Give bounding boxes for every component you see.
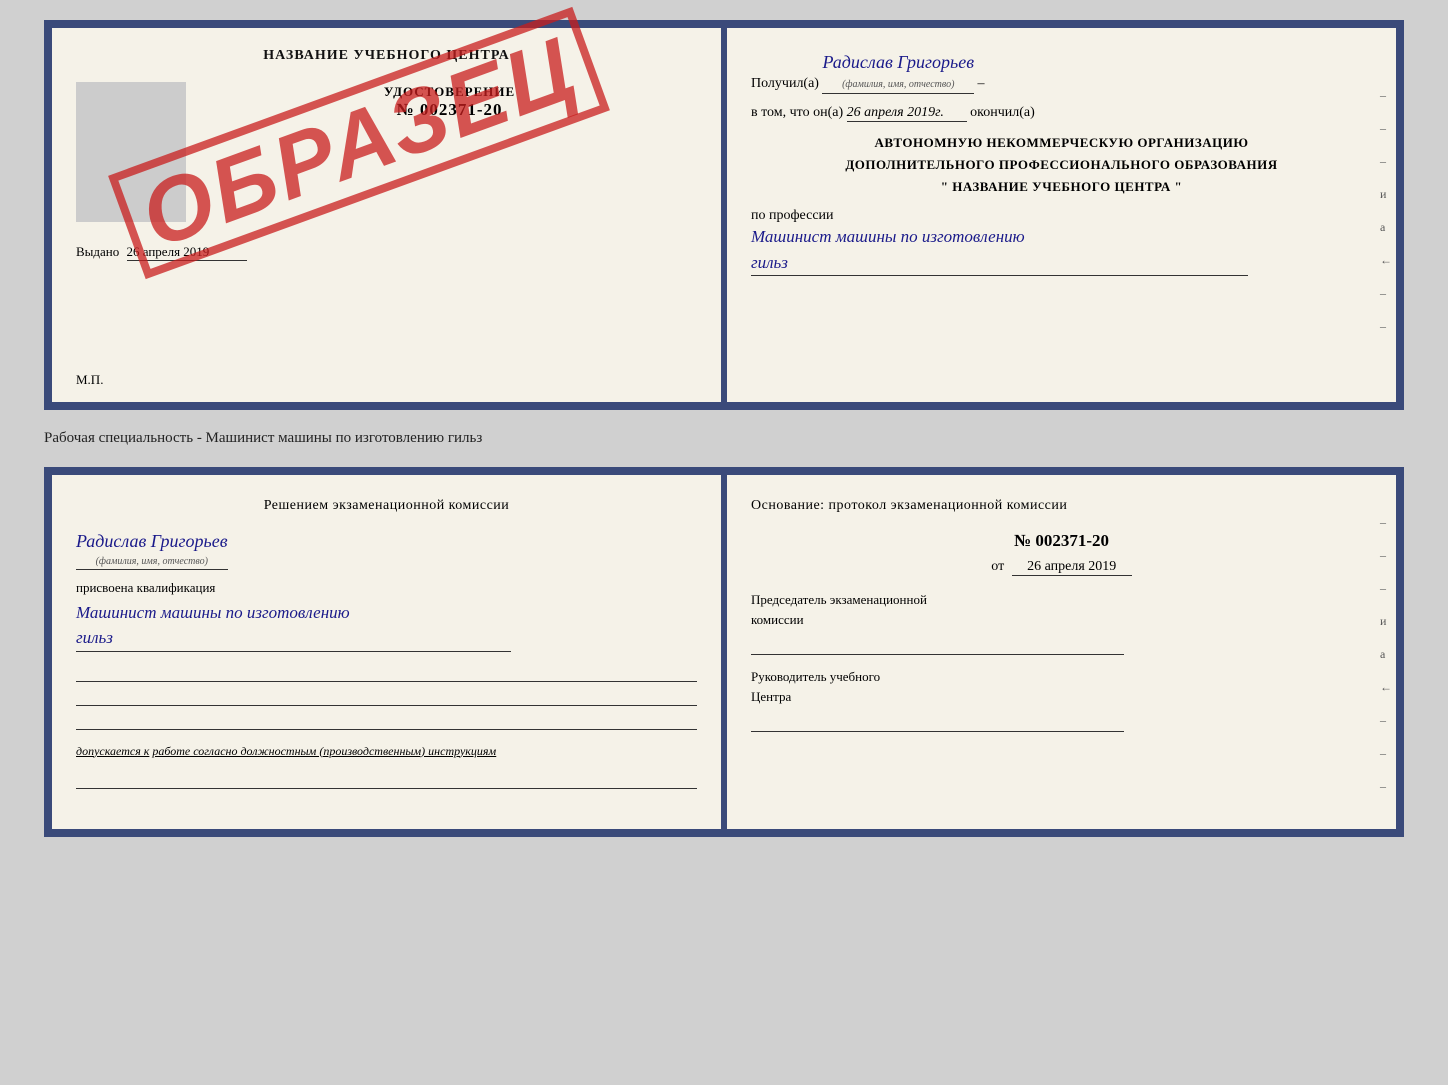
received-line: Получил(а) Радислав Григорьев (фамилия, … [751,48,1372,95]
bottom-fio-hint: (фамилия, имя, отчество) [76,555,228,569]
predsed-block: Председатель экзаменационной комиссии [751,590,1372,655]
bottom-doc-right: Основание: протокол экзаменационной коми… [727,475,1396,829]
cert-issued: Выдано 26 апреля 2019 [76,244,697,261]
date-prefix: в том, что он(а) [751,105,843,120]
bottom-right-date: от 26 апреля 2019 [751,559,1372,576]
cert-photo-placeholder [76,82,186,222]
date-prefix-bottom: от [991,559,1004,574]
mp-label: М.П. [76,372,103,388]
right-side-marks: – – – и а ← – – [1380,88,1392,334]
assigned-label: присвоена квалификация [76,580,697,596]
cert-number: № 002371-20 [202,100,697,120]
recipient-name: Радислав Григорьев (фамилия, имя, отчест… [822,48,974,94]
separator-label: Рабочая специальность - Машинист машины … [44,428,1404,449]
blank-lines [76,660,697,730]
prof-block: по профессии Машинист машины по изготовл… [751,208,1372,276]
top-left-title: НАЗВАНИЕ УЧЕБНОГО ЦЕНТРА [76,48,697,64]
received-label: Получил(а) [751,76,819,91]
dash-after-name: – [978,76,985,91]
predsed-line2: комиссии [751,610,1372,630]
bottom-name: Радислав Григорьев (фамилия, имя, отчест… [76,529,228,569]
top-doc-right: Получил(а) Радислав Григорьев (фамилия, … [727,28,1396,402]
bottom-right-basis: Основание: протокол экзаменационной коми… [751,495,1372,517]
rukov-line1: Руководитель учебного [751,667,1372,687]
date-line: в том, что он(а) 26 апреля 2019г. окончи… [751,105,1372,122]
bottom-left-title: Решением экзаменационной комиссии [76,495,697,517]
date-val: 26 апреля 2019г. [847,105,967,122]
org-line3: " НАЗВАНИЕ УЧЕБНОГО ЦЕНТРА " [751,176,1372,198]
cert-label: УДОСТОВЕРЕНИЕ [202,84,697,100]
rukov-line2: Центра [751,687,1372,707]
prof-label: по профессии [751,208,834,223]
fio-hint: (фамилия, имя, отчество) [822,77,974,93]
date-suffix: окончил(а) [970,105,1035,120]
prof-val2: гильз [751,250,1248,277]
qual-line1: Машинист машины по изготовлению [76,600,697,626]
bottom-doc-left: Решением экзаменационной комиссии Радисл… [52,475,721,829]
допускается-block: допускается к работе согласно должностны… [76,742,697,761]
bottom-right-side-marks: – – – и а ← – – – [1380,515,1392,794]
prof-val1: Машинист машины по изготовлению [751,224,1372,250]
org-block: АВТОНОМНУЮ НЕКОММЕРЧЕСКУЮ ОРГАНИЗАЦИЮ ДО… [751,132,1372,198]
допускается-val: работе согласно должностным (производств… [152,744,496,758]
rukov-sig-line [751,710,1124,732]
bottom-document: Решением экзаменационной комиссии Радисл… [44,467,1404,837]
date-val-bottom: 26 апреля 2019 [1012,559,1132,576]
допускается-prefix: допускается к [76,744,149,758]
org-line2: ДОПОЛНИТЕЛЬНОГО ПРОФЕССИОНАЛЬНОГО ОБРАЗО… [751,154,1372,176]
issued-label: Выдано [76,244,119,259]
top-doc-left: НАЗВАНИЕ УЧЕБНОГО ЦЕНТРА УДОСТОВЕРЕНИЕ №… [52,28,721,402]
predsed-line1: Председатель экзаменационной [751,590,1372,610]
predsed-sig-line [751,633,1124,655]
issued-date: 26 апреля 2019 [127,244,247,261]
bottom-right-number: № 002371-20 [751,531,1372,551]
qual-line2: гильз [76,625,511,652]
org-line1: АВТОНОМНУЮ НЕКОММЕРЧЕСКУЮ ОРГАНИЗАЦИЮ [751,132,1372,154]
top-document: НАЗВАНИЕ УЧЕБНОГО ЦЕНТРА УДОСТОВЕРЕНИЕ №… [44,20,1404,410]
rukov-block: Руководитель учебного Центра [751,667,1372,732]
